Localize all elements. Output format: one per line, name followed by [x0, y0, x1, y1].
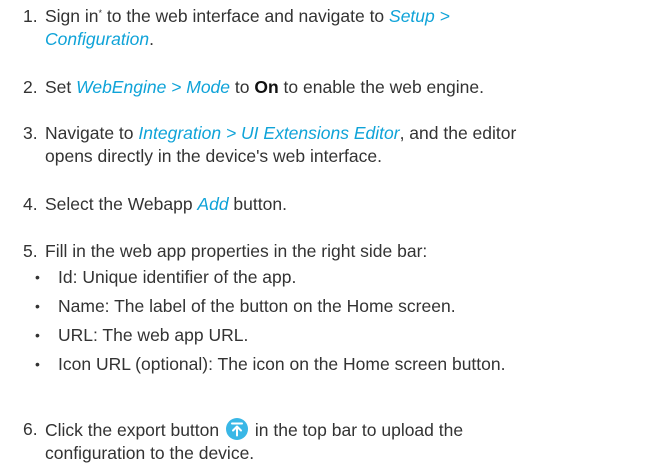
menu-path-setup: Setup > — [389, 6, 450, 26]
step-text: Select the Webapp — [45, 194, 198, 214]
step-text: Fill in the web app properties in the ri… — [45, 241, 428, 261]
step-2: 2. Set WebEngine > Mode to On to enable … — [23, 76, 638, 99]
add-button-reference: Add — [197, 194, 229, 214]
step-text: to — [230, 77, 255, 97]
menu-path-configuration: Configuration — [45, 29, 150, 49]
bullet-text: Id: Unique identifier of the app. — [58, 267, 297, 287]
bullet-marker: • — [35, 298, 40, 314]
step-text: . — [149, 29, 154, 49]
bullet-text: Icon URL (optional): The icon on the Hom… — [58, 354, 506, 374]
step-text: Set — [45, 77, 77, 97]
instruction-list: 1. Sign in* to the web interface and nav… — [0, 0, 650, 468]
setting-value-on: On — [254, 77, 279, 97]
list-item: • Icon URL (optional): The icon on the H… — [35, 353, 638, 376]
step-text: in the top bar to upload the — [254, 420, 464, 440]
step-number: 4. — [23, 194, 38, 214]
list-item: • URL: The web app URL. — [35, 324, 638, 347]
step-text: , and the editor — [399, 123, 517, 143]
step-text: opens directly in the device's web inter… — [45, 146, 382, 166]
step-1: 1. Sign in* to the web interface and nav… — [23, 5, 638, 51]
step-number: 5. — [23, 241, 38, 261]
list-item: • Name: The label of the button on the H… — [35, 295, 638, 318]
step-5: 5. Fill in the web app properties in the… — [23, 240, 638, 263]
step-text: button. — [228, 194, 287, 214]
step-6: 6. Click the export button in the top ba… — [23, 418, 638, 465]
step-text: to the web interface and navigate to — [102, 6, 390, 26]
bullet-marker: • — [35, 269, 40, 285]
setting-path-webengine-mode: WebEngine > Mode — [76, 77, 231, 97]
bullet-marker: • — [35, 356, 40, 372]
step-text: Sign in — [45, 6, 99, 26]
step-text: to enable the web engine. — [278, 77, 484, 97]
step-number: 2. — [23, 77, 38, 97]
step-number: 6. — [23, 419, 38, 439]
menu-path-ui-extensions-editor: Integration > UI Extensions Editor — [138, 123, 400, 143]
step-number: 1. — [23, 6, 38, 26]
bullet-text: URL: The web app URL. — [58, 325, 249, 345]
step-text: configuration to the device. — [45, 443, 255, 463]
export-icon — [226, 418, 248, 440]
step-number: 3. — [23, 123, 38, 143]
bullet-text: Name: The label of the button on the Hom… — [58, 296, 456, 316]
step-text: Navigate to — [45, 123, 139, 143]
step-4: 4. Select the Webapp Add button. — [23, 193, 638, 216]
step-text: Click the export button — [45, 420, 220, 440]
list-item: • Id: Unique identifier of the app. — [35, 266, 638, 289]
step-3: 3. Navigate to Integration > UI Extensio… — [23, 122, 638, 168]
bullet-marker: • — [35, 327, 40, 343]
